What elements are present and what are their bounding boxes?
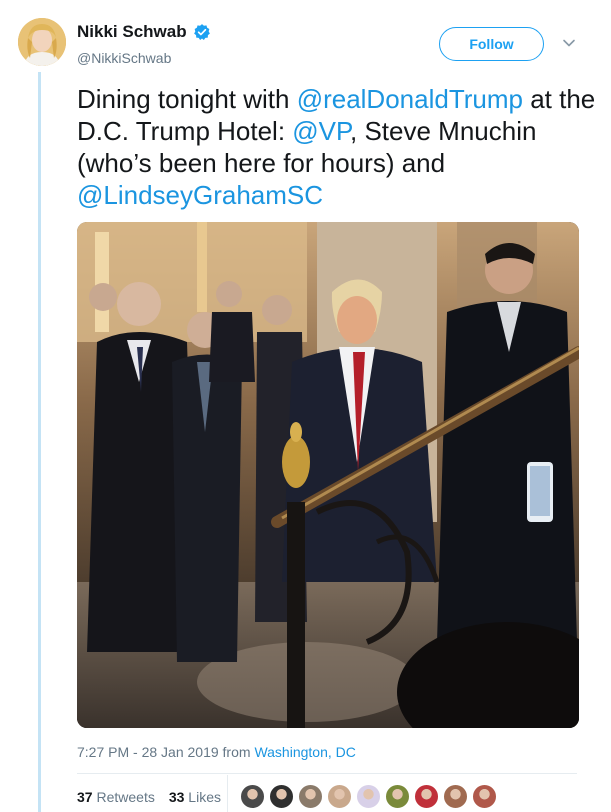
photo-image (77, 222, 579, 728)
mention-link[interactable]: @LindseyGrahamSC (77, 180, 323, 210)
likes-count: 33 (168, 789, 185, 805)
follow-button[interactable]: Follow (439, 27, 544, 61)
tweet-text: Dining tonight with @realDonaldTrump at … (77, 83, 597, 211)
tweet-location-link[interactable]: Washington, DC (254, 744, 355, 760)
tweet-stats: 37 Retweets 33 Likes (77, 789, 221, 805)
tweet-meta: 7:27 PM - 28 Jan 2019 from Washington, D… (77, 744, 356, 760)
liker-avatar[interactable] (443, 784, 468, 809)
liker-avatar[interactable] (414, 784, 439, 809)
likes-stat[interactable]: 33 Likes (169, 789, 221, 805)
likers-avatars (240, 784, 497, 809)
likes-label: Likes (188, 789, 221, 805)
author-name-row[interactable]: Nikki Schwab (77, 22, 211, 42)
liker-avatar[interactable] (269, 784, 294, 809)
mention-link[interactable]: @realDonaldTrump (297, 84, 523, 114)
retweets-stat[interactable]: 37 Retweets (77, 789, 155, 805)
liker-avatar[interactable] (472, 784, 497, 809)
liker-avatar[interactable] (385, 784, 410, 809)
retweets-count: 37 (77, 789, 93, 805)
tweet-text-part: Dining tonight with (77, 84, 297, 114)
verified-badge-icon (193, 24, 210, 40)
liker-avatar[interactable] (298, 784, 323, 809)
tweet-timestamp[interactable]: 7:27 PM - 28 Jan 2019 from (77, 744, 254, 760)
mention-link[interactable]: @VP (292, 116, 350, 146)
author-name[interactable]: Nikki Schwab (77, 22, 187, 42)
retweets-label: Retweets (96, 789, 155, 805)
liker-avatar[interactable] (356, 784, 381, 809)
tweet-photo[interactable] (77, 222, 579, 728)
divider (77, 773, 577, 774)
thread-line (38, 72, 41, 812)
chevron-down-icon[interactable] (561, 35, 577, 51)
author-handle[interactable]: @NikkiSchwab (77, 50, 171, 66)
stats-separator (227, 775, 228, 812)
liker-avatar[interactable] (240, 784, 265, 809)
author-avatar[interactable] (18, 18, 66, 66)
liker-avatar[interactable] (327, 784, 352, 809)
